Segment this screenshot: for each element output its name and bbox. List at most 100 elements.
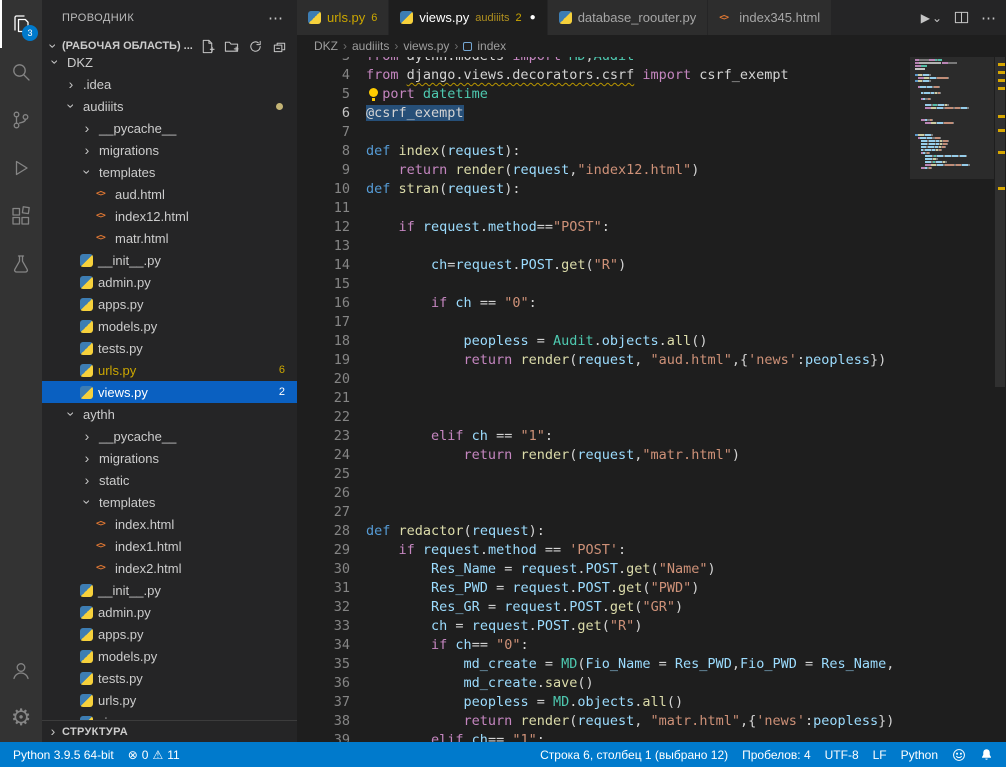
code-line[interactable]: 18 peopless = Audit.objects.all() — [297, 332, 910, 351]
tree-item-models.py[interactable]: models.py — [42, 645, 297, 667]
code-line[interactable]: 31 Res_PWD = request.POST.get("PWD") — [297, 579, 910, 598]
tree-item-index.html[interactable]: index.html — [42, 513, 297, 535]
code-line[interactable]: 14 ch=request.POST.get("R") — [297, 256, 910, 275]
tab-index345.html[interactable]: index345.html — [708, 0, 831, 35]
cursor-position-status[interactable]: Строка 6, столбец 1 (выбрано 12) — [533, 742, 735, 767]
indentation-status[interactable]: Пробелов: 4 — [735, 742, 818, 767]
tree-item-tests.py[interactable]: tests.py — [42, 667, 297, 689]
code-line[interactable]: 10def stran(request): — [297, 180, 910, 199]
breadcrumb-item[interactable]: audiiits — [352, 39, 389, 53]
tree-item-migrations[interactable]: migrations — [42, 447, 297, 469]
code-line[interactable]: 5import datetime — [297, 85, 910, 104]
tree-item-.idea[interactable]: .idea — [42, 73, 297, 95]
code-line[interactable]: 38 return render(request, "matr.html",{'… — [297, 712, 910, 731]
tree-item-__pycache__[interactable]: __pycache__ — [42, 425, 297, 447]
tree-item-templates[interactable]: templates — [42, 491, 297, 513]
extensions-icon[interactable] — [0, 192, 42, 240]
more-actions-icon[interactable] — [268, 9, 283, 27]
modified-indicator[interactable] — [530, 12, 536, 23]
python-version-status[interactable]: Python 3.9.5 64-bit — [6, 742, 121, 767]
code-line[interactable]: 11 — [297, 199, 910, 218]
code-line[interactable]: 30 Res_Name = request.POST.get("Name") — [297, 560, 910, 579]
feedback-smiley-icon[interactable] — [945, 742, 973, 767]
code-line[interactable]: 26 — [297, 484, 910, 503]
code-line[interactable]: 15 — [297, 275, 910, 294]
eol-status[interactable]: LF — [866, 742, 894, 767]
more-actions-icon[interactable] — [981, 9, 996, 27]
code-editor[interactable]: 3from aythh.models import MD,Audit4from … — [297, 57, 910, 742]
code-line[interactable]: 33 ch = request.POST.get("R") — [297, 617, 910, 636]
overview-ruler[interactable] — [994, 57, 1006, 742]
tree-item-aud.html[interactable]: aud.html — [42, 183, 297, 205]
new-folder-icon[interactable] — [224, 39, 239, 54]
tree-item-matr.html[interactable]: matr.html — [42, 227, 297, 249]
tree-item-views.py[interactable]: views.py2 — [42, 381, 297, 403]
scrollbar-thumb[interactable] — [995, 57, 1005, 387]
tree-item-apps.py[interactable]: apps.py — [42, 293, 297, 315]
breadcrumb-item[interactable]: index — [477, 39, 506, 53]
tree-item-aythh[interactable]: aythh — [42, 403, 297, 425]
source-control-icon[interactable] — [0, 96, 42, 144]
tree-item-__init__.py[interactable]: __init__.py — [42, 249, 297, 271]
tree-item-__init__.py[interactable]: __init__.py — [42, 579, 297, 601]
tree-item-admin.py[interactable]: admin.py — [42, 601, 297, 623]
code-line[interactable]: 12 if request.method=="POST": — [297, 218, 910, 237]
explorer-icon[interactable]: 3 — [0, 0, 42, 48]
code-line[interactable]: 23 elif ch == "1": — [297, 427, 910, 446]
tree-item-urls.py[interactable]: urls.py6 — [42, 359, 297, 381]
code-line[interactable]: 22 — [297, 408, 910, 427]
code-line[interactable]: 16 if ch == "0": — [297, 294, 910, 313]
tree-item-index12.html[interactable]: index12.html — [42, 205, 297, 227]
minimap-slider[interactable] — [910, 57, 994, 179]
tree-item-DKZ[interactable]: DKZ — [42, 57, 297, 73]
testing-icon[interactable] — [0, 240, 42, 288]
workspace-section-header[interactable]: (РАБОЧАЯ ОБЛАСТЬ) ... — [42, 35, 297, 57]
code-line[interactable]: 28def redactor(request): — [297, 522, 910, 541]
notifications-bell-icon[interactable] — [973, 742, 1000, 767]
minimap[interactable] — [910, 57, 994, 742]
language-mode-status[interactable]: Python — [894, 742, 945, 767]
lightbulb-icon[interactable] — [366, 87, 383, 102]
tree-item-static[interactable]: static — [42, 469, 297, 491]
tree-item-models.py[interactable]: models.py — [42, 315, 297, 337]
code-line[interactable]: 19 return render(request, "aud.html",{'n… — [297, 351, 910, 370]
code-line[interactable]: 20 — [297, 370, 910, 389]
tree-item-index2.html[interactable]: index2.html — [42, 557, 297, 579]
code-line[interactable]: 3from aythh.models import MD,Audit — [297, 57, 910, 66]
code-line[interactable]: 29 if request.method == 'POST': — [297, 541, 910, 560]
tree-item-templates[interactable]: templates — [42, 161, 297, 183]
code-line[interactable]: 4from django.views.decorators.csrf impor… — [297, 66, 910, 85]
tab-views.py[interactable]: views.pyaudiiits2 — [389, 0, 546, 35]
code-line[interactable]: 7 — [297, 123, 910, 142]
tree-item-migrations[interactable]: migrations — [42, 139, 297, 161]
tree-item-__pycache__[interactable]: __pycache__ — [42, 117, 297, 139]
code-line[interactable]: 6@csrf_exempt — [297, 104, 910, 123]
encoding-status[interactable]: UTF-8 — [818, 742, 866, 767]
code-line[interactable]: 27 — [297, 503, 910, 522]
search-icon[interactable] — [0, 48, 42, 96]
settings-gear-icon[interactable] — [0, 694, 42, 742]
tab-database_roouter.py[interactable]: database_roouter.py — [548, 0, 708, 35]
code-line[interactable]: 17 — [297, 313, 910, 332]
problems-status[interactable]: 0 11 — [121, 742, 187, 767]
code-line[interactable]: 32 Res_GR = request.POST.get("GR") — [297, 598, 910, 617]
tree-item-audiiits[interactable]: audiiits — [42, 95, 297, 117]
outline-section-header[interactable]: СТРУКТУРА — [42, 720, 297, 742]
tree-item-apps.py[interactable]: apps.py — [42, 623, 297, 645]
tree-item-urls.py[interactable]: urls.py — [42, 689, 297, 711]
code-line[interactable]: 37 peopless = MD.objects.all() — [297, 693, 910, 712]
split-editor-icon[interactable] — [954, 10, 969, 25]
code-line[interactable]: 34 if ch== "0": — [297, 636, 910, 655]
code-line[interactable]: 25 — [297, 465, 910, 484]
code-line[interactable]: 36 md_create.save() — [297, 674, 910, 693]
run-python-file-button[interactable] — [921, 10, 942, 25]
code-line[interactable]: 9 return render(request,"index12.html") — [297, 161, 910, 180]
tree-item-tests.py[interactable]: tests.py — [42, 337, 297, 359]
breadcrumb-item[interactable]: views.py — [403, 39, 449, 53]
tree-item-views.py[interactable]: views.py — [42, 711, 297, 720]
tree-item-index1.html[interactable]: index1.html — [42, 535, 297, 557]
account-icon[interactable] — [0, 646, 42, 694]
code-line[interactable]: 8def index(request): — [297, 142, 910, 161]
code-line[interactable]: 13 — [297, 237, 910, 256]
refresh-icon[interactable] — [248, 39, 263, 54]
